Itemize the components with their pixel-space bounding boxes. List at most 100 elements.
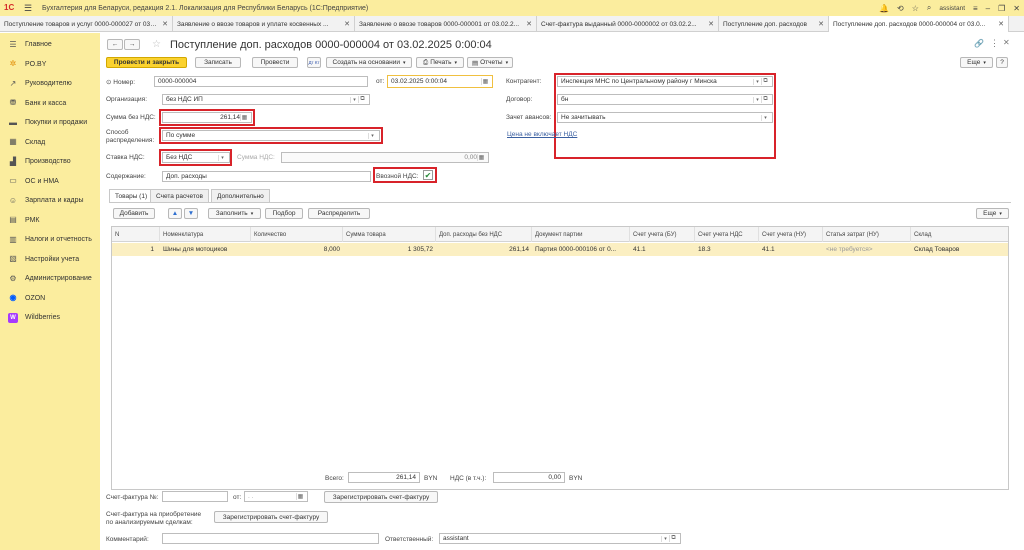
column-header[interactable]: Документ партии: [532, 227, 630, 242]
price-excludes-vat-link[interactable]: Цена не включает НДС: [507, 131, 577, 138]
sidebar-item-wildberries[interactable]: W Wildberries: [0, 308, 100, 328]
close-icon[interactable]: ✕: [162, 20, 168, 28]
window-tab[interactable]: Заявление о ввозе товаров и уплате косве…: [173, 16, 355, 32]
sidebar-item-production[interactable]: ▟ Производство: [0, 152, 100, 172]
print-button[interactable]: ⎙ Печать ▾: [416, 57, 464, 68]
window-tab[interactable]: Счет-фактура выданный 0000-0000002 от 03…: [537, 16, 719, 32]
column-header[interactable]: Счет учета НДС: [695, 227, 759, 242]
help-button[interactable]: ?: [996, 57, 1008, 68]
sidebar-item-assets[interactable]: ▭ ОС и НМА: [0, 172, 100, 192]
dropdown-icon[interactable]: ▾: [661, 535, 669, 542]
move-up-button[interactable]: ▲: [168, 208, 182, 219]
register-invoice-button[interactable]: Зарегистрировать счет-фактуру: [324, 491, 438, 503]
search-icon[interactable]: ⌕: [927, 3, 931, 13]
open-link-icon[interactable]: ⧉: [669, 535, 677, 542]
grid-more-button[interactable]: Еще ▾: [976, 208, 1009, 219]
column-header[interactable]: Статья затрат (НУ): [823, 227, 911, 242]
column-header[interactable]: Счет учета (БУ): [630, 227, 695, 242]
window-tab-active[interactable]: Поступление доп. расходов 0000-000004 от…: [829, 16, 1009, 32]
date-field[interactable]: 03.02.2025 0:00:04 ▦: [387, 75, 493, 88]
invoice-number-field[interactable]: [162, 491, 228, 502]
sidebar-item-warehouse[interactable]: ▦ Склад: [0, 133, 100, 153]
sidebar-item-bank[interactable]: ⛃ Банк и касса: [0, 94, 100, 114]
sidebar-item-salary[interactable]: ☺ Зарплата и кадры: [0, 191, 100, 211]
open-link-icon[interactable]: ⧉: [358, 96, 366, 103]
table-row[interactable]: 1 Шины для мотоциков 8,000 1 305,72 261,…: [112, 243, 1008, 256]
favorite-star-icon[interactable]: ☆: [152, 39, 161, 50]
advance-field[interactable]: Не зачитывать ▾: [557, 112, 773, 123]
organization-field[interactable]: без НДС ИП ▾ ⧉: [162, 94, 370, 105]
close-icon[interactable]: ✕: [998, 20, 1004, 28]
calculator-icon[interactable]: ▦: [477, 154, 485, 161]
move-down-button[interactable]: ▼: [184, 208, 198, 219]
close-icon[interactable]: ✕: [526, 20, 532, 28]
open-link-icon[interactable]: ⧉: [761, 96, 769, 103]
forward-button[interactable]: →: [124, 39, 140, 50]
save-button[interactable]: Записать: [195, 57, 241, 68]
close-icon[interactable]: ✕: [708, 20, 714, 28]
link-icon[interactable]: 🔗: [974, 39, 984, 48]
column-header[interactable]: Доп. расходы без НДС: [436, 227, 532, 242]
column-header[interactable]: N: [112, 227, 160, 242]
tab-goods[interactable]: Товары (1): [109, 189, 154, 202]
vat-sum-field[interactable]: 0,00 ▦: [281, 152, 489, 163]
post-and-close-button[interactable]: Провести и закрыть: [106, 57, 187, 68]
bell-icon[interactable]: 🔔: [879, 4, 889, 13]
create-based-on-button[interactable]: Создать на основании ▾: [326, 57, 412, 68]
invoice-date-field[interactable]: . . ▦: [244, 491, 308, 502]
add-row-button[interactable]: Добавить: [113, 208, 155, 219]
window-tab[interactable]: Поступление доп. расходов ✕: [719, 16, 829, 32]
distribute-button[interactable]: Распределить: [308, 208, 370, 219]
user-name[interactable]: assistant: [939, 5, 965, 12]
close-icon[interactable]: ✕: [344, 20, 350, 28]
number-label-text: Номер:: [113, 79, 136, 86]
close-window-icon[interactable]: ✕: [1013, 4, 1020, 13]
settings-lines-icon[interactable]: ≡: [973, 4, 978, 13]
sidebar-item-ozon[interactable]: ◉ OZON: [0, 289, 100, 309]
sidebar-item-purchases[interactable]: ▬ Покупки и продажи: [0, 113, 100, 133]
content-field[interactable]: Доп. расходы: [162, 171, 371, 182]
history-icon[interactable]: ⟲: [897, 4, 904, 13]
minimize-icon[interactable]: –: [986, 4, 990, 13]
tab-additional[interactable]: Дополнительно: [211, 189, 270, 202]
hamburger-menu-icon[interactable]: ☰: [24, 3, 36, 14]
reports-label: Отчеты: [480, 59, 503, 66]
sidebar-item-taxes[interactable]: ▥ Налоги и отчетность: [0, 230, 100, 250]
close-form-icon[interactable]: ✕: [1003, 38, 1010, 47]
pick-button[interactable]: Подбор: [265, 208, 303, 219]
responsible-field[interactable]: assistant ▾ ⧉: [439, 533, 681, 544]
column-header[interactable]: Склад: [911, 227, 1008, 242]
sidebar-item-poby[interactable]: ✲ PO.BY: [0, 55, 100, 75]
more-vertical-icon[interactable]: ⋮: [990, 38, 999, 49]
restore-icon[interactable]: ❐: [998, 4, 1005, 13]
sidebar-item-main[interactable]: ☰ Главное: [0, 35, 100, 55]
tab-settlement-accounts[interactable]: Счета расчетов: [150, 189, 209, 202]
dropdown-icon[interactable]: ▾: [761, 114, 769, 121]
register-analyzed-invoice-button[interactable]: Зарегистрировать счет-фактуру: [214, 511, 328, 523]
column-header[interactable]: Счет учета (НУ): [759, 227, 823, 242]
close-icon[interactable]: ✕: [818, 20, 824, 28]
comment-field[interactable]: [162, 533, 379, 544]
star-icon[interactable]: ☆: [912, 4, 919, 13]
more-button[interactable]: Еще ▾: [960, 57, 993, 68]
dropdown-icon[interactable]: ▾: [753, 96, 761, 103]
sidebar-item-settings[interactable]: ▧ Настройки учета: [0, 250, 100, 270]
dropdown-icon[interactable]: ▾: [350, 96, 358, 103]
column-header[interactable]: Количество: [251, 227, 343, 242]
window-tab[interactable]: Поступление товаров и услуг 0000-000027 …: [0, 16, 173, 32]
column-header[interactable]: Сумма товара: [343, 227, 436, 242]
column-header[interactable]: Номенклатура: [160, 227, 251, 242]
fill-button[interactable]: Заполнить ▾: [208, 208, 261, 219]
dt-kt-button[interactable]: Дт Кт: [307, 57, 321, 68]
window-tab[interactable]: Заявление о ввозе товаров 0000-000001 от…: [355, 16, 537, 32]
post-button[interactable]: Провести: [252, 57, 298, 68]
number-field[interactable]: 0000-000004: [154, 76, 368, 87]
sidebar-item-admin[interactable]: ⚙ Администрирование: [0, 269, 100, 289]
calendar-icon[interactable]: ▦: [296, 493, 304, 500]
calendar-icon[interactable]: ▦: [481, 78, 489, 85]
back-button[interactable]: ←: [107, 39, 123, 50]
sidebar-item-rmk[interactable]: ▤ РМК: [0, 211, 100, 231]
sidebar-item-manager[interactable]: ↗ Руководителю: [0, 74, 100, 94]
reports-button[interactable]: ▤ Отчеты ▾: [467, 57, 513, 68]
contract-field[interactable]: бн ▾ ⧉: [557, 94, 773, 105]
